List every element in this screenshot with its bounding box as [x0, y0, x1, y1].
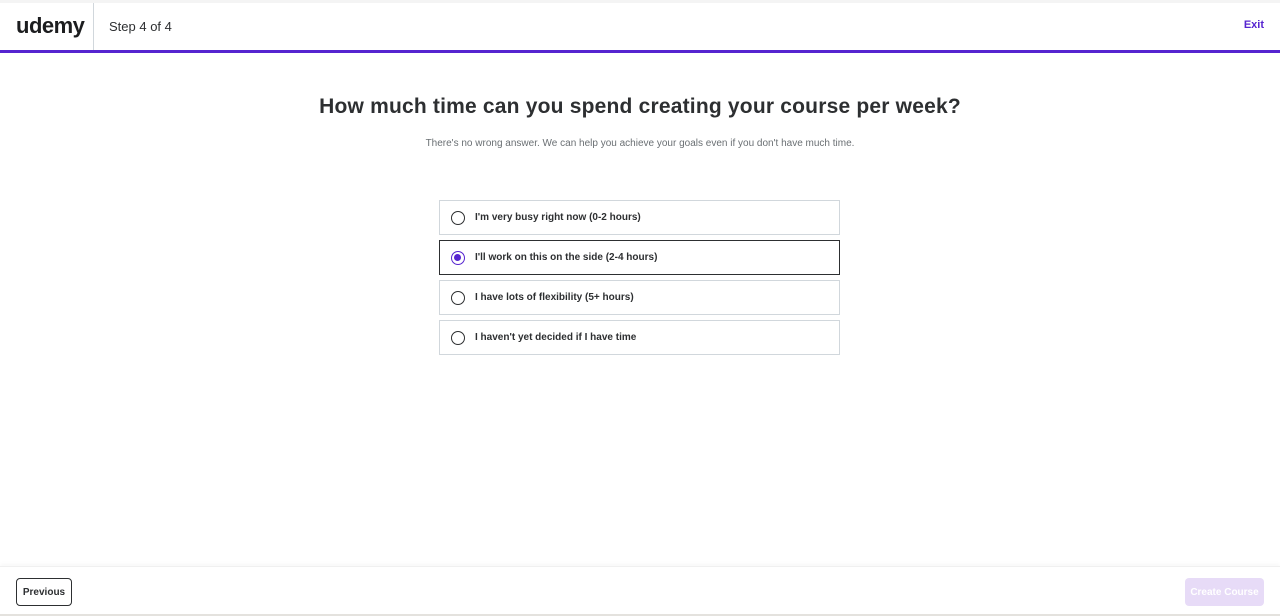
top-header: udemy Step 4 of 4 Exit: [0, 0, 1280, 53]
exit-link[interactable]: Exit: [1244, 19, 1264, 31]
header-divider: [93, 3, 94, 50]
option-5-plus-hours[interactable]: I have lots of flexibility (5+ hours): [439, 280, 840, 315]
create-course-button[interactable]: Create Course: [1185, 578, 1264, 606]
option-2-4-hours[interactable]: I'll work on this on the side (2-4 hours…: [439, 240, 840, 275]
option-label: I'll work on this on the side (2-4 hours…: [475, 252, 658, 263]
udemy-logo[interactable]: udemy: [16, 13, 85, 39]
footer-bar: Previous Create Course: [0, 566, 1280, 616]
previous-button[interactable]: Previous: [16, 578, 72, 606]
option-0-2-hours[interactable]: I'm very busy right now (0-2 hours): [439, 200, 840, 235]
option-label: I have lots of flexibility (5+ hours): [475, 292, 634, 303]
radio-button-icon[interactable]: [451, 291, 465, 305]
radio-button-icon[interactable]: [451, 211, 465, 225]
radio-button-icon[interactable]: [451, 331, 465, 345]
time-options-radio-group: I'm very busy right now (0-2 hours) I'll…: [439, 200, 840, 360]
radio-button-selected-icon[interactable]: [451, 251, 465, 265]
option-undecided[interactable]: I haven't yet decided if I have time: [439, 320, 840, 355]
step-indicator: Step 4 of 4: [109, 19, 172, 34]
page-subtitle: There's no wrong answer. We can help you…: [425, 138, 855, 149]
option-label: I'm very busy right now (0-2 hours): [475, 212, 641, 223]
option-label: I haven't yet decided if I have time: [475, 332, 637, 343]
page-title: How much time can you spend creating you…: [319, 95, 961, 118]
